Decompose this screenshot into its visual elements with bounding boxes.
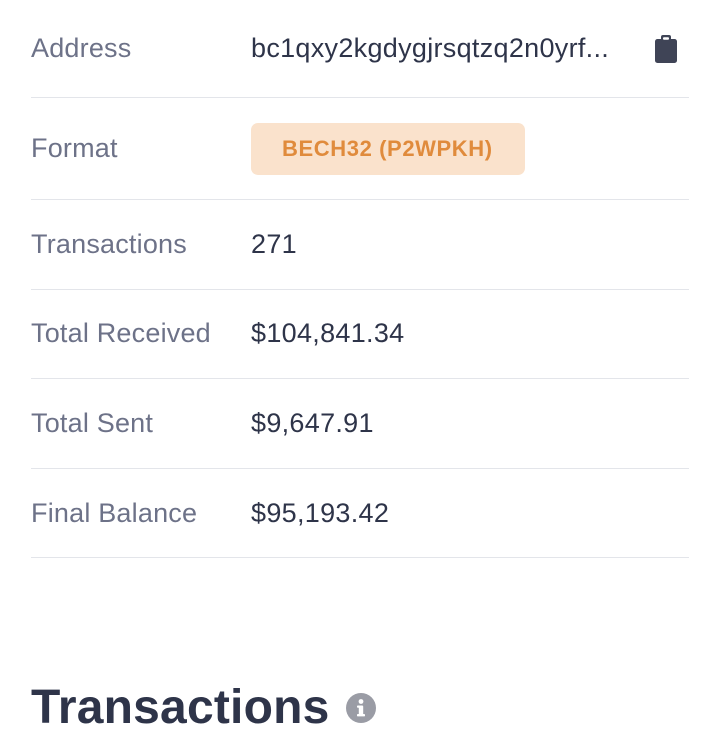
total-sent-value: $9,647.91 xyxy=(251,407,374,438)
address-value[interactable]: bc1qxy2kgdygjrsqtzq2n0yrf... xyxy=(251,33,609,64)
total-received-label: Total Received xyxy=(31,318,211,349)
format-label: Format xyxy=(31,133,118,163)
final-balance-row: Final Balance $95,193.42 xyxy=(31,469,689,559)
address-label: Address xyxy=(31,33,132,63)
transactions-section-heading: Transactions xyxy=(31,680,376,735)
total-sent-label: Total Sent xyxy=(31,407,154,438)
final-balance-value: $95,193.42 xyxy=(251,497,390,528)
final-balance-label: Final Balance xyxy=(31,497,198,528)
transactions-value: 271 xyxy=(251,228,297,259)
transactions-title: Transactions xyxy=(31,681,330,734)
info-icon[interactable] xyxy=(345,692,376,723)
address-summary-table: Address bc1qxy2kgdygjrsqtzq2n0yrf... For… xyxy=(31,0,689,559)
total-sent-row: Total Sent $9,647.91 xyxy=(31,379,689,469)
clipboard-icon[interactable] xyxy=(653,34,679,64)
transactions-label: Transactions xyxy=(31,228,187,259)
format-badge: BECH32 (P2WPKH) xyxy=(251,122,525,175)
total-received-row: Total Received $104,841.34 xyxy=(31,290,689,380)
transactions-row: Transactions 271 xyxy=(31,200,689,290)
address-value-group: bc1qxy2kgdygjrsqtzq2n0yrf... xyxy=(251,33,689,64)
format-value-cell: BECH32 (P2WPKH) xyxy=(251,122,525,175)
format-row: Format BECH32 (P2WPKH) xyxy=(31,98,689,200)
total-received-value: $104,841.34 xyxy=(251,318,405,349)
address-row: Address bc1qxy2kgdygjrsqtzq2n0yrf... xyxy=(31,0,689,98)
